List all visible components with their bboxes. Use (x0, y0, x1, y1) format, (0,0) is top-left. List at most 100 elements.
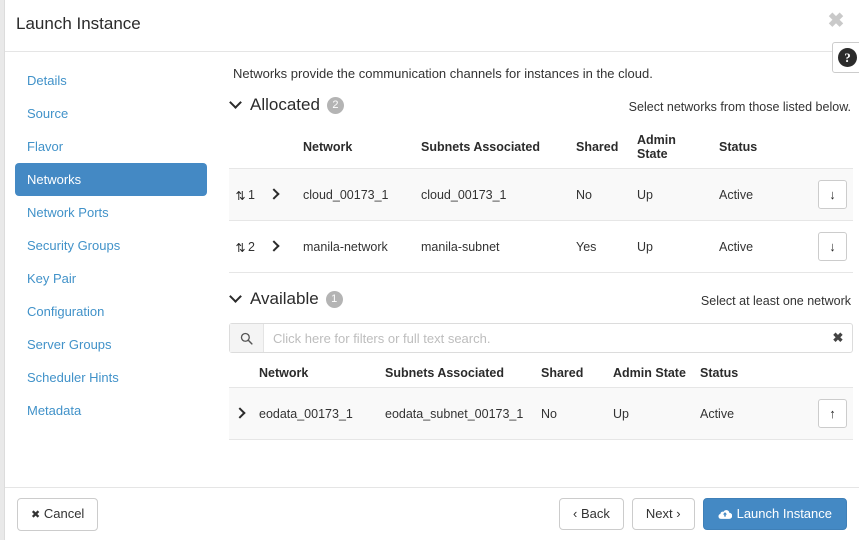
col-order (229, 129, 263, 169)
chevron-right-icon[interactable] (269, 241, 280, 252)
subnets-cell: eodata_subnet_00173_1 (379, 387, 535, 440)
filter-search-bar: ✖ (229, 323, 853, 353)
col-subnets: Subnets Associated (421, 140, 541, 154)
chevron-down-icon (231, 97, 243, 109)
col-network: Network (303, 140, 353, 154)
sidebar-item-configuration[interactable]: Configuration (15, 295, 207, 328)
allocated-toggle[interactable]: Allocated 2 (231, 95, 344, 115)
network-name-cell: cloud_00173_1 (297, 168, 415, 221)
available-networks-table: Network Subnets Associated Shared Admin … (229, 362, 853, 440)
sidebar-item-scheduler-hints[interactable]: Scheduler Hints (15, 361, 207, 394)
clear-search-icon[interactable]: ✖ (824, 324, 852, 352)
back-button[interactable]: ‹ Back (559, 498, 624, 530)
dialog-footer: ✖ Cancel ‹ Back Next › Launch Instance (5, 487, 859, 540)
next-button[interactable]: Next › (631, 498, 695, 530)
drag-handle-icon[interactable]: ⇅ (235, 190, 246, 202)
network-name-cell: manila-network (297, 220, 415, 273)
networks-step-content: Networks provide the communication chann… (229, 52, 853, 440)
shared-cell: No (535, 387, 607, 440)
col-action (772, 362, 853, 388)
sidebar-item-network-ports[interactable]: Network Ports (15, 196, 207, 229)
order-cell: ⇅ 1 (229, 168, 263, 221)
cancel-button[interactable]: ✖ Cancel (17, 498, 99, 531)
sidebar-item-source[interactable]: Source (15, 97, 207, 130)
action-cell: ↓ (785, 220, 853, 273)
dialog-body: Details Source Flavor Networks Network P… (5, 52, 859, 488)
back-label: Back (580, 506, 610, 521)
table-row: eodata_00173_1 eodata_subnet_00173_1 No … (229, 387, 853, 440)
col-admin-state: Admin State (637, 133, 676, 161)
allocated-section-header: Allocated 2 Select networks from those l… (229, 95, 853, 121)
allocated-title: Allocated (250, 95, 320, 114)
sidebar-item-details[interactable]: Details (15, 64, 207, 97)
drag-handle-icon[interactable]: ⇅ (235, 242, 246, 254)
sidebar-item-metadata[interactable]: Metadata (15, 394, 207, 427)
shared-cell: No (570, 168, 631, 221)
sidebar-item-server-groups[interactable]: Server Groups (15, 328, 207, 361)
next-label: Next (645, 506, 673, 521)
chevron-down-icon (231, 291, 243, 303)
col-subnets: Subnets Associated (385, 366, 505, 380)
chevron-right-icon[interactable] (235, 408, 246, 419)
col-status: Status (700, 366, 739, 380)
status-cell: Active (713, 220, 785, 273)
status-cell: Active (713, 168, 785, 221)
table-row: ⇅ 2 manila-network manila-subnet Yes Up A… (229, 220, 853, 273)
close-x-icon: ✖ (31, 509, 41, 521)
question-mark-icon: ? (838, 48, 857, 67)
sidebar-item-networks[interactable]: Networks (15, 163, 207, 196)
allocated-networks-table: Network Subnets Associated Shared Admin … (229, 129, 853, 273)
wizard-step-nav: Details Source Flavor Networks Network P… (5, 52, 215, 427)
cloud-upload-icon (718, 508, 732, 520)
table-header-row: Network Subnets Associated Shared Admin … (229, 129, 853, 169)
available-count-badge: 1 (325, 290, 343, 308)
admin-state-cell: Up (631, 220, 713, 273)
launch-label: Launch Instance (736, 506, 832, 521)
admin-state-cell: Up (607, 387, 694, 440)
expand-cell (229, 387, 253, 440)
network-name-cell: eodata_00173_1 (253, 387, 379, 440)
table-header-row: Network Subnets Associated Shared Admin … (229, 362, 853, 388)
action-cell: ↑ (772, 387, 853, 440)
search-input[interactable] (264, 324, 824, 352)
subnets-cell: cloud_00173_1 (415, 168, 570, 221)
col-expand (229, 362, 253, 388)
available-title: Available (250, 289, 319, 308)
chevron-left-icon: ‹ (573, 506, 578, 521)
dialog-header: Launch Instance ✖ (5, 0, 859, 52)
sidebar-item-flavor[interactable]: Flavor (15, 130, 207, 163)
page-title: Launch Instance (16, 14, 141, 33)
col-admin-state: Admin State (613, 366, 686, 380)
chevron-right-icon: › (676, 506, 681, 521)
deallocate-network-button[interactable]: ↓ (818, 180, 847, 209)
expand-cell (263, 168, 297, 221)
footer-actions: ‹ Back Next › Launch Instance (559, 498, 847, 530)
search-icon[interactable] (230, 324, 264, 352)
admin-state-cell: Up (631, 168, 713, 221)
available-hint: Select at least one network (700, 294, 851, 308)
available-toggle[interactable]: Available 1 (231, 289, 343, 309)
order-cell: ⇅ 2 (229, 220, 263, 273)
status-cell: Active (694, 387, 772, 440)
col-network: Network (259, 366, 309, 380)
launch-instance-dialog: Launch Instance ✖ ? Details Source Flavo… (4, 0, 859, 540)
help-button[interactable]: ? (832, 42, 859, 73)
col-shared: Shared (576, 140, 619, 154)
available-section-header: Available 1 Select at least one network (229, 289, 853, 315)
col-action (785, 129, 853, 169)
subnets-cell: manila-subnet (415, 220, 570, 273)
col-status: Status (719, 140, 758, 154)
launch-instance-button[interactable]: Launch Instance (702, 498, 847, 530)
col-shared: Shared (541, 366, 584, 380)
close-icon[interactable]: ✖ (825, 10, 847, 32)
allocated-count-badge: 2 (326, 96, 344, 114)
allocated-hint: Select networks from those listed below. (628, 100, 851, 114)
sidebar-item-key-pair[interactable]: Key Pair (15, 262, 207, 295)
shared-cell: Yes (570, 220, 631, 273)
allocate-network-button[interactable]: ↑ (818, 399, 847, 428)
chevron-right-icon[interactable] (269, 189, 280, 200)
sidebar-item-security-groups[interactable]: Security Groups (15, 229, 207, 262)
row-index: 1 (248, 187, 255, 202)
deallocate-network-button[interactable]: ↓ (818, 232, 847, 261)
row-index: 2 (248, 239, 255, 254)
